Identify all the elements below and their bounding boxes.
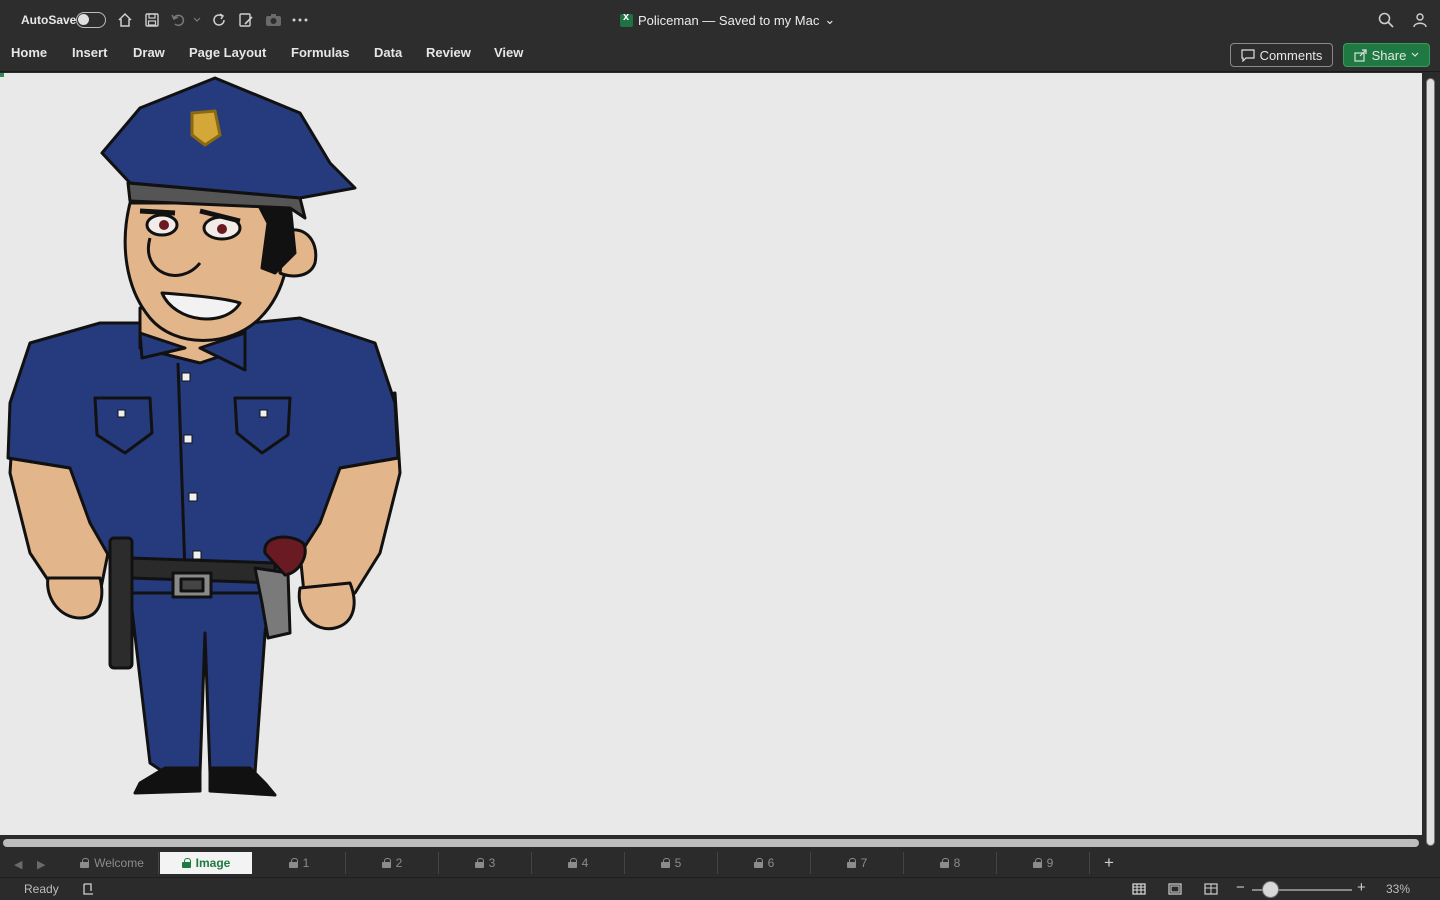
lock-icon: [846, 858, 856, 868]
share-people-icon[interactable]: [1410, 11, 1428, 29]
lock-icon: [181, 858, 191, 868]
lock-icon: [1032, 858, 1042, 868]
page-layout-view-icon[interactable]: [1166, 880, 1184, 898]
lock-icon: [567, 858, 577, 868]
undo-dropdown-icon[interactable]: [190, 11, 204, 29]
sheet-tab-7[interactable]: 7: [811, 852, 904, 874]
ribbon-bar: Home Insert Draw Page Layout Formulas Da…: [0, 38, 1440, 72]
sheet-tab-label: 8: [953, 856, 961, 870]
page-break-view-icon[interactable]: [1202, 880, 1220, 898]
comment-icon: [1240, 48, 1255, 62]
undo-icon[interactable]: [170, 11, 188, 29]
autosave-label: AutoSave: [21, 13, 77, 27]
share-icon: [1354, 48, 1367, 62]
sheet-tab-8[interactable]: 8: [904, 852, 997, 874]
sheet-tab-label: Image: [195, 856, 231, 870]
sheet-tab-5[interactable]: 5: [625, 852, 718, 874]
sheet-tab-9[interactable]: 9: [997, 852, 1090, 874]
prev-sheet-icon[interactable]: ◀: [14, 858, 22, 871]
document-title[interactable]: Policeman — Saved to my Mac ⌄: [620, 11, 836, 28]
tab-review[interactable]: Review: [426, 45, 471, 60]
comments-label: Comments: [1259, 47, 1323, 63]
zoom-level[interactable]: 33%: [1386, 882, 1410, 896]
camera-icon[interactable]: [264, 11, 282, 29]
tab-home[interactable]: Home: [11, 45, 47, 60]
add-sheet-button[interactable]: +: [1097, 852, 1121, 874]
sheet-tab-2[interactable]: 2: [346, 852, 439, 874]
tab-page-layout[interactable]: Page Layout: [189, 45, 266, 60]
policeman-illustration[interactable]: [0, 73, 420, 813]
sheet-tab-4[interactable]: 4: [532, 852, 625, 874]
status-bar: Ready − + 33%: [0, 877, 1440, 900]
sheet-tab-6[interactable]: 6: [718, 852, 811, 874]
worksheet-canvas[interactable]: [0, 73, 1422, 835]
sheet-tab-label: 5: [674, 856, 682, 870]
lock-icon: [753, 858, 763, 868]
home-icon[interactable]: [116, 11, 134, 29]
sheet-tab-label: 7: [860, 856, 868, 870]
share-label: Share: [1371, 47, 1407, 63]
tab-insert[interactable]: Insert: [72, 45, 107, 60]
zoom-slider-knob[interactable]: [1262, 881, 1279, 898]
sheet-tab-welcome[interactable]: Welcome: [66, 852, 159, 874]
title-bar: AutoSave Policeman — Saved to my Mac ⌄: [0, 0, 1440, 38]
document-title-text: Policeman — Saved to my Mac: [638, 12, 820, 28]
more-icon[interactable]: [291, 11, 309, 29]
lock-icon: [474, 858, 484, 868]
comments-button[interactable]: Comments: [1230, 43, 1333, 67]
save-icon[interactable]: [143, 11, 161, 29]
tab-data[interactable]: Data: [374, 45, 402, 60]
normal-view-icon[interactable]: [1130, 880, 1148, 898]
zoom-in-icon[interactable]: +: [1357, 879, 1366, 896]
sheet-tab-3[interactable]: 3: [439, 852, 532, 874]
autosave-toggle[interactable]: [76, 12, 106, 28]
tab-view[interactable]: View: [494, 45, 523, 60]
sheet-tab-label: 3: [488, 856, 496, 870]
zoom-out-icon[interactable]: −: [1236, 879, 1245, 896]
sheet-tab-1[interactable]: 1: [253, 852, 346, 874]
lock-icon: [381, 858, 391, 868]
sheet-tabs-bar: ◀ ▶ Welcome Image 1 2 3 4 5 6 7 8 9 +: [0, 850, 1440, 877]
next-sheet-icon[interactable]: ▶: [37, 858, 45, 871]
edit-note-icon[interactable]: [237, 11, 255, 29]
sheet-tab-label: 6: [767, 856, 775, 870]
title-chevron-icon: ⌄: [824, 12, 836, 27]
horizontal-scrollbar[interactable]: [0, 835, 1422, 850]
sheet-tab-label: 2: [395, 856, 403, 870]
sheet-tab-label: 9: [1046, 856, 1054, 870]
share-button[interactable]: Share: [1343, 43, 1430, 67]
vertical-scroll-thumb[interactable]: [1426, 78, 1435, 846]
share-chevron-icon[interactable]: [1411, 52, 1419, 58]
sheet-tab-label: 4: [581, 856, 589, 870]
horizontal-scroll-thumb[interactable]: [3, 839, 1419, 847]
lock-icon: [288, 858, 298, 868]
redo-icon[interactable]: [210, 11, 228, 29]
lock-icon: [939, 858, 949, 868]
lock-icon: [80, 858, 90, 868]
vertical-scrollbar[interactable]: [1422, 73, 1440, 850]
accessibility-icon[interactable]: [79, 880, 97, 898]
sheet-tab-image[interactable]: Image: [160, 852, 252, 874]
tab-formulas[interactable]: Formulas: [291, 45, 350, 60]
sheet-tab-label: Welcome: [94, 856, 144, 870]
sheet-tab-label: 1: [302, 856, 310, 870]
search-icon[interactable]: [1377, 11, 1395, 29]
status-ready: Ready: [24, 882, 59, 896]
lock-icon: [660, 858, 670, 868]
excel-file-icon: [620, 11, 633, 27]
toggle-knob: [78, 14, 89, 25]
tab-draw[interactable]: Draw: [133, 45, 165, 60]
